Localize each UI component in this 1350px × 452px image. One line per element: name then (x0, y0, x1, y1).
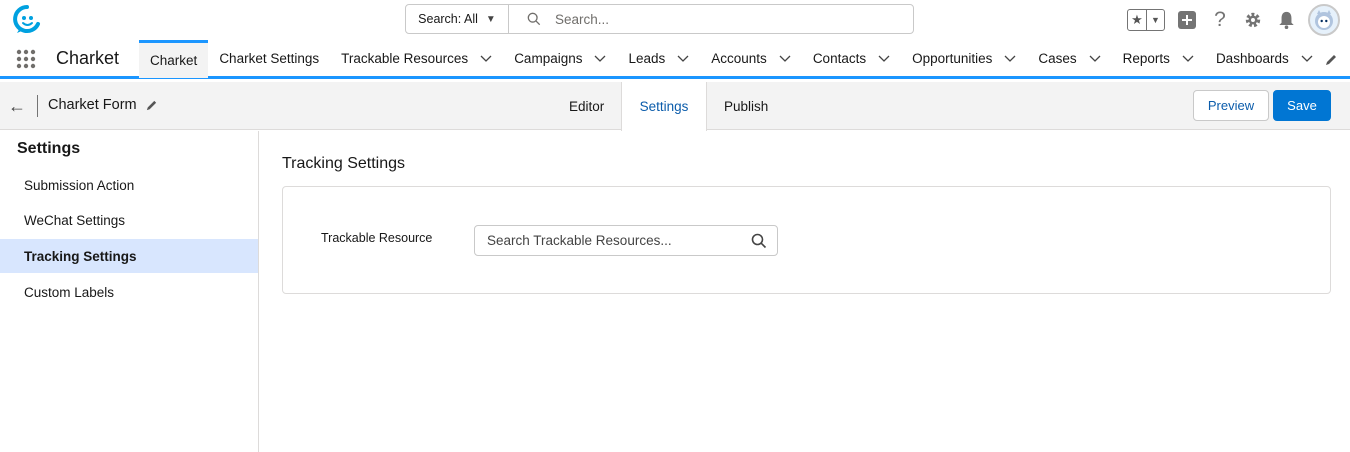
chevron-down-icon[interactable] (878, 55, 890, 63)
help-icon[interactable]: ? (1209, 8, 1231, 31)
nav-item-label: Trackable Resources (341, 51, 469, 66)
nav-item-trackable-resources[interactable]: Trackable Resources (330, 40, 503, 78)
nav-item-charket[interactable]: Charket (139, 39, 209, 78)
sidebar-item-label: Tracking Settings (24, 248, 137, 264)
caret-down-icon: ▼ (485, 13, 496, 25)
header-utility-icons: ★ ▼ ? (1127, 4, 1340, 36)
nav-item-label: Charket Settings (219, 51, 320, 66)
tab-label: Publish (724, 98, 769, 114)
global-header: Search: All ▼ Search... ★ ▼ ? (0, 0, 1350, 40)
sidebar-item-label: Submission Action (24, 177, 135, 193)
sidebar-item-wechat-settings[interactable]: WeChat Settings (0, 203, 258, 237)
favorites-dropdown-icon[interactable]: ▼ (1146, 10, 1164, 30)
tab-settings[interactable]: Settings (621, 82, 707, 131)
sidebar-item-label: WeChat Settings (24, 212, 126, 228)
nav-item-label: Cases (1038, 51, 1077, 66)
nav-item-label: Opportunities (912, 51, 993, 66)
search-icon (751, 233, 767, 249)
nav-item-dashboards[interactable]: Dashboards (1205, 40, 1324, 78)
preview-button[interactable]: Preview (1193, 90, 1269, 121)
charket-logo-icon[interactable] (12, 4, 42, 34)
search-input[interactable]: Search... (509, 12, 609, 27)
form-title: Charket Form (48, 97, 158, 113)
global-search: Search: All ▼ Search... (405, 4, 914, 34)
back-arrow-icon[interactable]: ← (8, 96, 26, 117)
nav-item-contacts[interactable]: Contacts (802, 40, 901, 78)
chevron-down-icon[interactable] (779, 55, 791, 63)
nav-item-label: Campaigns (514, 51, 583, 66)
chevron-down-icon[interactable] (1301, 55, 1313, 63)
nav-item-label: Charket (150, 52, 198, 68)
search-scope-label: Search: All (418, 12, 478, 26)
nav-item-leads[interactable]: Leads (617, 40, 700, 78)
sidebar-item-tracking-settings[interactable]: Tracking Settings (0, 239, 258, 273)
chevron-down-icon[interactable] (677, 55, 689, 63)
nav-item-cases[interactable]: Cases (1027, 40, 1111, 78)
favorites-star-icon[interactable]: ★ (1128, 10, 1146, 30)
nav-item-campaigns[interactable]: Campaigns (503, 40, 617, 78)
tab-editor[interactable]: Editor (569, 82, 604, 130)
chevron-down-icon[interactable] (480, 55, 492, 63)
nav-item-opportunities[interactable]: Opportunities (901, 40, 1027, 78)
chevron-down-icon[interactable] (1089, 55, 1101, 63)
lookup-placeholder: Search Trackable Resources... (487, 233, 672, 248)
settings-sidebar: Settings Submission Action WeChat Settin… (0, 131, 259, 452)
sidebar-item-submission-action[interactable]: Submission Action (0, 168, 258, 202)
trackable-resource-lookup-input[interactable]: Search Trackable Resources... (474, 225, 778, 256)
sidebar-heading: Settings (17, 140, 81, 157)
search-placeholder: Search... (555, 11, 610, 27)
nav-item-reports[interactable]: Reports (1112, 40, 1205, 78)
user-avatar[interactable] (1308, 4, 1340, 36)
chevron-down-icon[interactable] (594, 55, 606, 63)
chevron-down-icon[interactable] (1004, 55, 1016, 63)
form-builder-toolbar: ← Charket Form Editor Settings Publish P… (0, 82, 1350, 131)
app-launcher-icon[interactable] (0, 40, 52, 78)
trackable-resource-label: Trackable Resource (321, 231, 433, 245)
tracking-settings-card: Trackable Resource Search Trackable Reso… (282, 186, 1331, 294)
app-navigation-bar: Charket Charket Charket Settings Trackab… (0, 39, 1350, 79)
nav-item-accounts[interactable]: Accounts (700, 40, 802, 78)
nav-item-label: Accounts (711, 51, 767, 66)
nav-item-charket-settings[interactable]: Charket Settings (208, 40, 330, 78)
search-scope-dropdown[interactable]: Search: All ▼ (406, 5, 509, 33)
tab-label: Editor (569, 98, 605, 114)
setup-gear-icon[interactable] (1242, 9, 1264, 31)
nav-item-label: Reports (1122, 51, 1170, 66)
save-button[interactable]: Save (1273, 90, 1331, 121)
app-name: Charket (56, 48, 120, 68)
edit-nav-pencil-icon[interactable] (1324, 53, 1338, 67)
sidebar-item-custom-labels[interactable]: Custom Labels (0, 275, 258, 309)
page-title: Tracking Settings (282, 155, 406, 172)
nav-item-label: Leads (628, 51, 666, 66)
favorites-group: ★ ▼ (1127, 9, 1165, 31)
edit-pencil-icon[interactable] (145, 99, 158, 112)
nav-item-label: Contacts (812, 51, 867, 66)
nav-item-label: Dashboards (1215, 51, 1289, 66)
form-title-text: Charket Form (48, 97, 137, 113)
notifications-bell-icon[interactable] (1275, 9, 1297, 31)
search-icon (527, 12, 541, 26)
sidebar-item-label: Custom Labels (24, 284, 115, 300)
chevron-down-icon[interactable] (1182, 55, 1194, 63)
tab-publish[interactable]: Publish (724, 82, 768, 130)
tab-label: Settings (639, 99, 689, 114)
toolbar-divider (37, 95, 38, 117)
global-add-icon[interactable] (1176, 9, 1198, 31)
